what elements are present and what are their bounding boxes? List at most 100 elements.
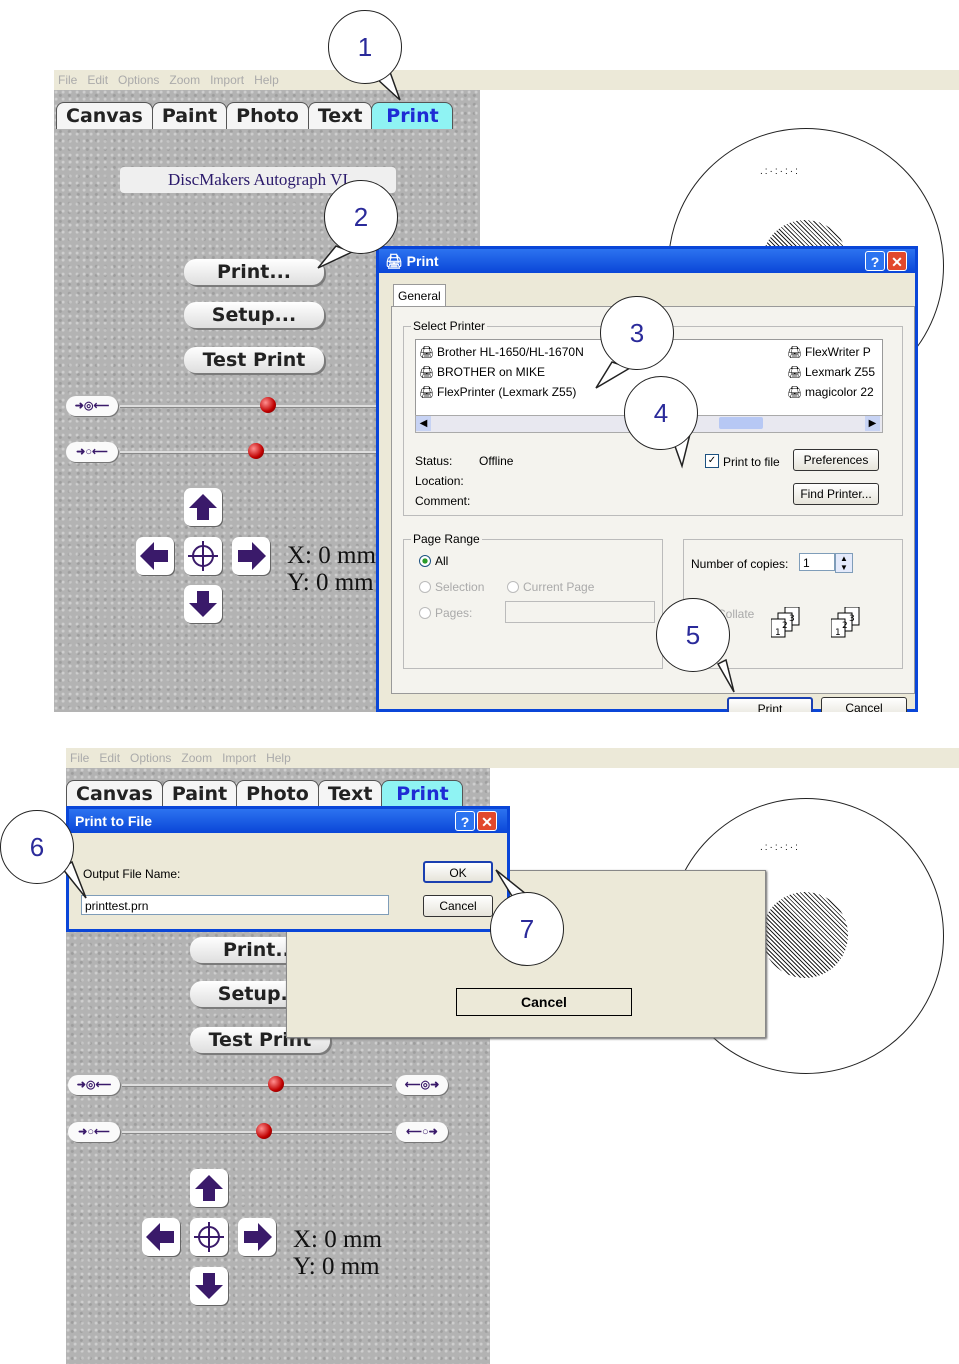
tab-paint[interactable]: Paint — [151, 102, 228, 129]
cancel-button[interactable]: Cancel — [423, 895, 493, 917]
print-dialog-title: Print — [406, 253, 439, 269]
vertical-offset-icon[interactable]: ➜○⟵ — [66, 442, 118, 462]
menu-file[interactable]: File — [70, 751, 89, 765]
radio-all[interactable] — [419, 555, 431, 567]
ok-button[interactable]: OK — [423, 861, 493, 883]
top-screenshot: File Edit Options Zoom Import Help Canva… — [54, 70, 959, 712]
printer-item-selected[interactable]: FlexPrinter (Lexmark Z55) — [437, 385, 576, 399]
tab-general[interactable]: General — [393, 284, 446, 307]
print-to-file-checkbox[interactable]: ✓ — [705, 454, 719, 468]
y-coordinate: Y: 0 mm — [287, 569, 374, 596]
output-file-input[interactable]: printtest.prn — [81, 895, 389, 915]
printer-icon: 🖨 — [419, 385, 435, 399]
tab-photo[interactable]: Photo — [236, 780, 319, 807]
menu-help[interactable]: Help — [266, 751, 291, 765]
arrow-right-icon[interactable] — [232, 537, 270, 575]
menu-options[interactable]: Options — [130, 751, 171, 765]
printer-icon: 🖨 — [787, 365, 803, 379]
radio-pages[interactable] — [419, 607, 431, 619]
callout-badge: 2 — [324, 180, 398, 254]
callout-badge: 4 — [624, 376, 698, 450]
horizontal-offset-icon[interactable]: ➜◎⟵ — [68, 1075, 120, 1095]
center-crosshair-icon[interactable] — [190, 1218, 228, 1256]
menu-zoom[interactable]: Zoom — [181, 751, 212, 765]
find-printer-button[interactable]: Find Printer... — [793, 483, 879, 505]
horizontal-offset-slider[interactable] — [122, 1084, 392, 1087]
radio-selection[interactable] — [419, 581, 431, 593]
horizontal-offset-slider[interactable] — [120, 405, 380, 408]
help-icon[interactable]: ? — [865, 251, 885, 271]
horizontal-offset-icon[interactable]: ➜◎⟵ — [66, 396, 118, 416]
x-coordinate: X: 0 mm — [293, 1226, 382, 1253]
comment-label: Comment: — [415, 494, 471, 508]
menu-file[interactable]: File — [58, 73, 77, 87]
arrow-right-icon[interactable] — [238, 1218, 276, 1256]
close-icon[interactable]: ✕ — [477, 811, 497, 831]
slider-knob[interactable] — [260, 397, 276, 413]
svg-text:2: 2 — [782, 621, 788, 631]
center-crosshair-icon[interactable] — [184, 537, 222, 575]
radio-selection-label[interactable]: Selection — [435, 580, 484, 594]
printer-item[interactable]: Brother HL-1650/HL-1670N — [437, 345, 584, 359]
menu-help[interactable]: Help — [254, 73, 279, 87]
printer-icon: 🖨 — [419, 365, 435, 379]
scroll-left-icon[interactable]: ◀ — [416, 416, 431, 431]
printer-item[interactable]: BROTHER on MIKE — [437, 365, 545, 379]
scroll-thumb[interactable] — [719, 417, 763, 429]
status-value: Offline — [479, 454, 514, 468]
tab-photo[interactable]: Photo — [226, 102, 309, 129]
page-range-label: Page Range — [411, 532, 482, 546]
print-confirm-button[interactable]: Print — [727, 697, 813, 712]
progress-cancel-button[interactable]: Cancel — [456, 988, 632, 1016]
menu-edit[interactable]: Edit — [99, 751, 120, 765]
printer-icon: 🖨 — [385, 253, 407, 269]
arrow-down-icon[interactable] — [190, 1267, 228, 1305]
scroll-right-icon[interactable]: ▶ — [865, 416, 880, 431]
slider-knob[interactable] — [256, 1123, 272, 1139]
printer-item[interactable]: magicolor 22 — [805, 385, 874, 399]
arrow-up-icon[interactable] — [184, 488, 222, 526]
menu-import[interactable]: Import — [210, 73, 244, 87]
slider-knob[interactable] — [248, 443, 264, 459]
x-coordinate: X: 0 mm — [287, 542, 376, 569]
tab-paint[interactable]: Paint — [161, 780, 238, 807]
print-to-file-titlebar: Print to File — [69, 809, 507, 833]
menu-options[interactable]: Options — [118, 73, 159, 87]
radio-current-page-label[interactable]: Current Page — [523, 580, 594, 594]
arrow-left-icon[interactable] — [142, 1218, 180, 1256]
radio-current-page[interactable] — [507, 581, 519, 593]
arrow-up-icon[interactable] — [190, 1169, 228, 1207]
menu-import[interactable]: Import — [222, 751, 256, 765]
printer-item[interactable]: Lexmark Z55 — [805, 365, 875, 379]
horizontal-offset-icon-right[interactable]: ⟵◎➜ — [396, 1075, 448, 1095]
arrow-left-icon[interactable] — [136, 537, 174, 575]
cancel-button[interactable]: Cancel — [821, 697, 907, 712]
radio-pages-label[interactable]: Pages: — [435, 606, 472, 620]
vertical-offset-icon-right[interactable]: ⟵○➜ — [396, 1122, 448, 1142]
tab-print[interactable]: Print — [371, 102, 454, 129]
arrow-down-icon[interactable] — [184, 585, 222, 623]
menu-zoom[interactable]: Zoom — [169, 73, 200, 87]
setup-button[interactable]: Setup... — [184, 302, 324, 328]
printer-item[interactable]: FlexWriter P — [805, 345, 871, 359]
vertical-offset-icon[interactable]: ➜○⟵ — [68, 1122, 120, 1142]
help-icon[interactable]: ? — [455, 811, 475, 831]
tab-text[interactable]: Text — [307, 102, 373, 129]
tab-canvas[interactable]: Canvas — [56, 102, 153, 129]
close-icon[interactable]: ✕ — [887, 251, 907, 271]
radio-all-label[interactable]: All — [435, 554, 448, 568]
tab-print[interactable]: Print — [381, 780, 464, 807]
test-print-button[interactable]: Test Print — [184, 347, 324, 373]
tab-text[interactable]: Text — [317, 780, 383, 807]
preferences-button[interactable]: Preferences — [793, 449, 879, 471]
menu-edit[interactable]: Edit — [87, 73, 108, 87]
print-to-file-label[interactable]: Print to file — [723, 455, 780, 469]
disc-hub — [762, 892, 848, 978]
copies-spinner-icon[interactable]: ▲ ▼ — [835, 553, 853, 573]
svg-text:3: 3 — [849, 614, 855, 624]
pages-input[interactable] — [505, 601, 655, 623]
copies-input[interactable]: 1 — [799, 553, 835, 571]
tab-canvas[interactable]: Canvas — [66, 780, 163, 807]
print-button[interactable]: Print... — [184, 259, 324, 285]
slider-knob[interactable] — [268, 1076, 284, 1092]
